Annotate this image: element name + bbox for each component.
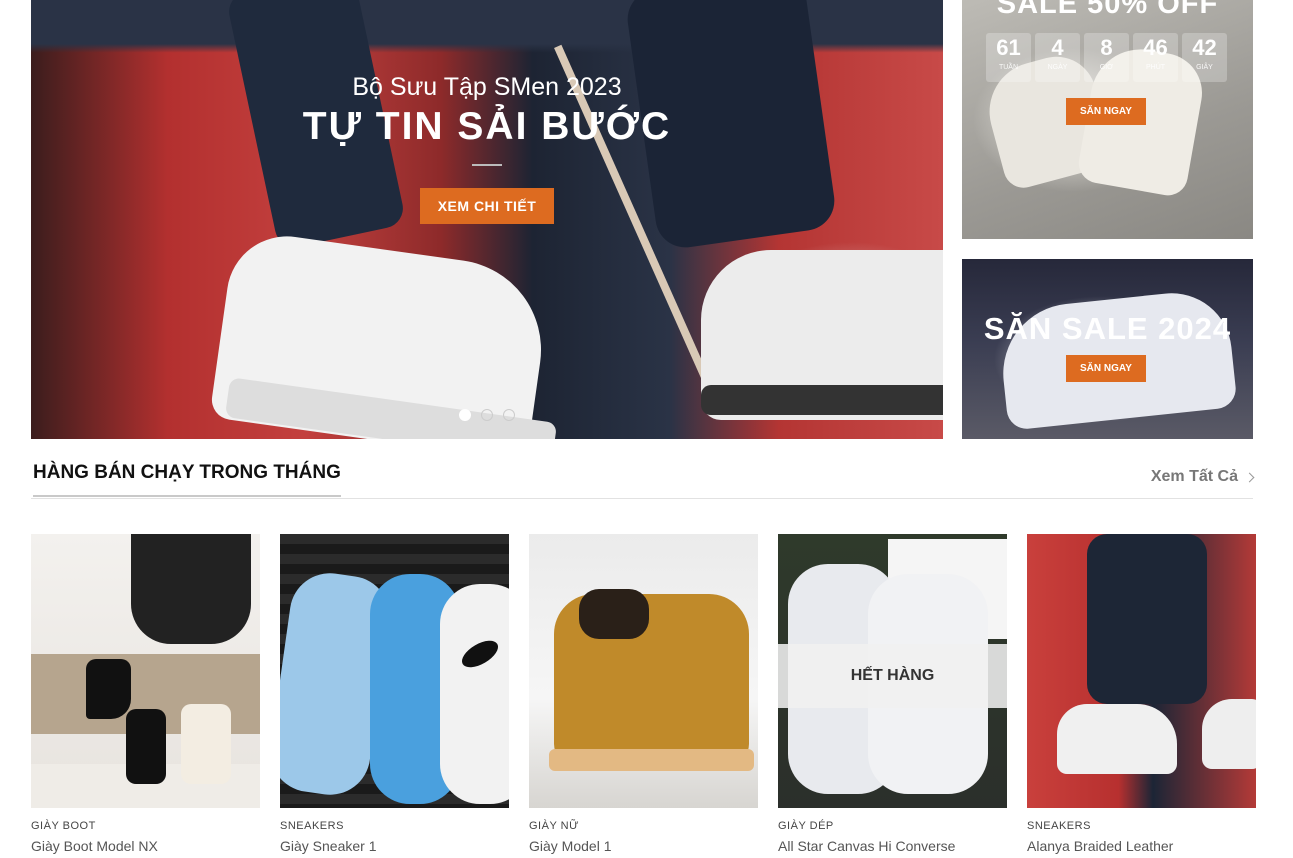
product-category[interactable]: SNEAKERS (1027, 820, 1256, 832)
countdown-seconds: 42 GIÂY (1182, 33, 1227, 82)
countdown-value: 46 (1143, 35, 1168, 60)
countdown-minutes: 46 PHÚT (1133, 33, 1178, 82)
product-name[interactable]: Giày Sneaker 1 (280, 838, 509, 854)
view-all-label: Xem Tất Cả (1150, 468, 1238, 485)
slider-dot-2[interactable] (481, 409, 493, 421)
image-shape (1087, 534, 1207, 704)
shop-now-button[interactable]: SĂN NGAY (1066, 355, 1146, 382)
product-category[interactable]: GIÀY DÉP (778, 820, 1007, 832)
image-shape (131, 534, 251, 644)
product-image[interactable] (280, 534, 509, 808)
section-title: HÀNG BÁN CHẠY TRONG THÁNG (33, 462, 341, 497)
image-shape (1202, 699, 1256, 769)
product-card[interactable]: GIÀY NỮ Giày Model 1 (529, 534, 758, 854)
image-shape (440, 584, 509, 804)
countdown-value: 61 (996, 35, 1021, 60)
hero-caption: Bộ Sưu Tập SMen 2023 TỰ TIN SẢI BƯỚC XEM… (31, 70, 943, 224)
sale-banner[interactable]: SALE 50% OFF 61 TUẦN 4 NGÀY 8 GIỜ 46 PHÚ… (962, 0, 1253, 239)
view-all-link[interactable]: Xem Tất Cả (1150, 468, 1255, 486)
slider-dot-3[interactable] (503, 409, 515, 421)
countdown-label: GIỜ (1099, 64, 1114, 71)
hero-divider (472, 164, 502, 166)
hero-title: TỰ TIN SẢI BƯỚC (302, 105, 672, 148)
countdown-days: 4 NGÀY (1035, 33, 1080, 82)
view-details-button[interactable]: XEM CHI TIẾT (419, 188, 555, 224)
product-card[interactable]: HẾT HÀNG GIÀY DÉP All Star Canvas Hi Con… (778, 534, 1007, 854)
product-name[interactable]: Giày Model 1 (529, 838, 758, 854)
product-image[interactable] (529, 534, 758, 808)
sold-out-badge: HẾT HÀNG (778, 644, 1007, 708)
bestseller-section-header: HÀNG BÁN CHẠY TRONG THÁNG Xem Tất Cả (31, 462, 1255, 499)
countdown-label: NGÀY (1047, 64, 1068, 71)
countdown-value: 4 (1051, 35, 1064, 60)
shop-now-button[interactable]: SĂN NGAY (1066, 98, 1146, 125)
countdown-label: PHÚT (1145, 64, 1166, 71)
product-card[interactable]: GIÀY BOOT Giày Boot Model NX (31, 534, 260, 854)
product-category[interactable]: GIÀY BOOT (31, 820, 260, 832)
image-shape (579, 589, 649, 639)
product-category[interactable]: GIÀY NỮ (529, 820, 758, 832)
image-shape (549, 749, 754, 771)
countdown-label: TUẦN (998, 64, 1019, 71)
countdown-hours: 8 GIỜ (1084, 33, 1129, 82)
countdown-timer: 61 TUẦN 4 NGÀY 8 GIỜ 46 PHÚT 42 GIÂY (986, 33, 1227, 82)
image-shape (126, 709, 166, 784)
product-grid: GIÀY BOOT Giày Boot Model NX SNEAKERS Gi… (31, 534, 1256, 854)
hero-image-sole (701, 385, 943, 415)
slider-dots (459, 409, 515, 421)
product-image[interactable] (31, 534, 260, 808)
countdown-weeks: 61 TUẦN (986, 33, 1031, 82)
countdown-value: 8 (1100, 35, 1113, 60)
sale-2024-title: SĂN SALE 2024 (983, 311, 1232, 346)
hero-slider[interactable]: Bộ Sưu Tập SMen 2023 TỰ TIN SẢI BƯỚC XEM… (31, 0, 943, 439)
product-card[interactable]: SNEAKERS Alanya Braided Leather (1027, 534, 1256, 854)
product-image[interactable] (1027, 534, 1256, 808)
slider-dot-1[interactable] (459, 409, 471, 421)
countdown-value: 42 (1192, 35, 1217, 60)
sale-banner-title: SALE 50% OFF (996, 0, 1219, 20)
image-shape (86, 659, 131, 719)
hero-subtitle: Bộ Sưu Tập SMen 2023 (352, 73, 622, 101)
product-name[interactable]: Alanya Braided Leather (1027, 838, 1256, 854)
countdown-label: GIÂY (1196, 64, 1213, 71)
image-shape (1057, 704, 1177, 774)
image-shape (181, 704, 231, 784)
product-name[interactable]: Giày Boot Model NX (31, 838, 260, 854)
product-card[interactable]: SNEAKERS Giày Sneaker 1 (280, 534, 509, 854)
chevron-right-icon (1244, 472, 1255, 482)
product-category[interactable]: SNEAKERS (280, 820, 509, 832)
product-image[interactable]: HẾT HÀNG (778, 534, 1007, 808)
product-name[interactable]: All Star Canvas Hi Converse (778, 838, 1007, 854)
sale-2024-banner[interactable]: SĂN SALE 2024 SĂN NGAY (962, 259, 1253, 439)
